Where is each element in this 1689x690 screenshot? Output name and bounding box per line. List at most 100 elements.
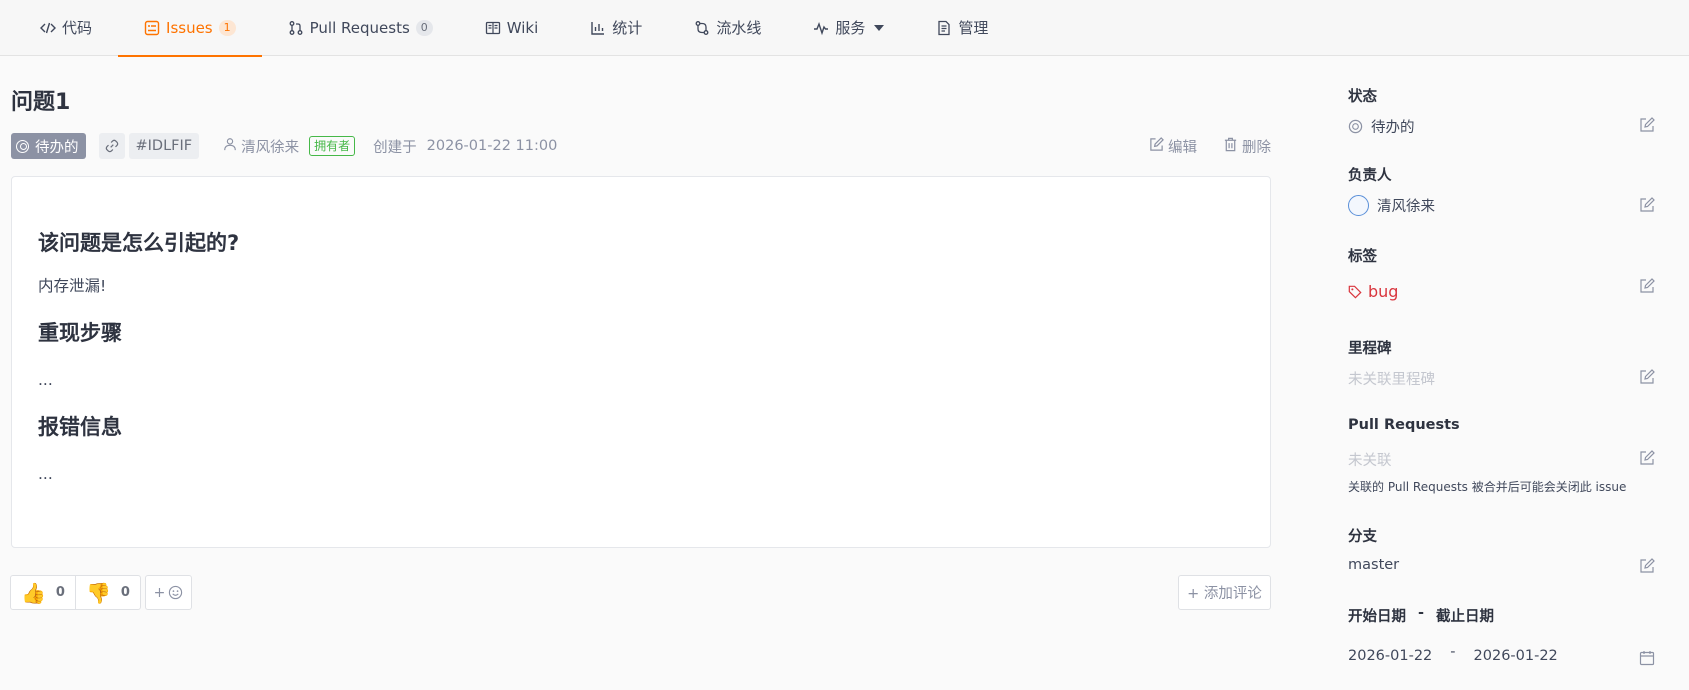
status-value: 待办的 [1348, 116, 1415, 137]
tab-stats-label: 统计 [612, 19, 643, 37]
calendar-icon[interactable] [1639, 650, 1655, 666]
assignee-heading: 负责人 [1348, 168, 1392, 184]
add-comment-button[interactable]: + 添加评论 [1178, 575, 1271, 610]
issue-title: 问题1 [11, 90, 71, 115]
assignee-name: 清风徐来 [1377, 199, 1435, 215]
branch-heading: 分支 [1348, 529, 1377, 545]
code-icon [40, 20, 56, 36]
body-heading-steps: 重现步骤 [38, 321, 122, 345]
dates-heading: 开始日期 - 截止日期 [1348, 605, 1494, 626]
tab-service[interactable]: 服务 [787, 0, 910, 56]
manage-icon [936, 20, 952, 36]
body-heading-errors: 报错信息 [38, 415, 122, 439]
tab-pull-requests-label: Pull Requests [309, 18, 410, 37]
tab-manage-label: 管理 [958, 19, 989, 37]
thumbs-up-count: 0 [55, 585, 65, 600]
thumbs-down-button[interactable]: 👎 0 [74, 576, 140, 609]
thumbs-down-icon: 👎 [85, 580, 111, 605]
issue-state-badge[interactable]: 待办的 [11, 133, 86, 159]
stats-icon [590, 20, 606, 36]
delete-label: 删除 [1242, 139, 1271, 156]
milestone-value: 未关联里程碑 [1348, 372, 1435, 388]
add-reaction-button[interactable]: + [145, 575, 192, 610]
delete-issue-button[interactable]: 删除 [1223, 136, 1271, 157]
issue-author[interactable]: 清风徐来 [223, 136, 299, 157]
tab-pull-requests[interactable]: Pull Requests 0 [262, 0, 459, 56]
status-value-label: 待办的 [1371, 120, 1415, 136]
start-date: 2026-01-22 [1348, 648, 1433, 664]
issue-meta-bar: 待办的 #IDLFIF 清风徐来 拥有者 创建于 2026-01-22 11:0… [11, 133, 1271, 159]
copy-link-button[interactable] [98, 133, 125, 159]
branch-value: master [1348, 557, 1400, 573]
tab-issues-label: Issues [166, 18, 213, 37]
todo-state-icon [1348, 119, 1363, 134]
owner-role-badge: 拥有者 [309, 136, 356, 156]
labels-heading: 标签 [1348, 249, 1377, 265]
repo-nav: 代码 Issues 1 Pull Requests 0 Wiki 统计 流水线 [0, 0, 1689, 57]
edit-milestone-icon[interactable] [1639, 369, 1655, 385]
assignee-value[interactable]: 清风徐来 [1348, 195, 1435, 216]
issue-state-label: 待办的 [35, 139, 79, 156]
tab-code-label: 代码 [62, 19, 93, 37]
edit-issue-button[interactable]: 编辑 [1149, 136, 1197, 157]
created-label: 创建于 [373, 139, 417, 156]
issue-body: 该问题是怎么引起的? 内存泄漏! 重现步骤 ... 报错信息 ... [11, 176, 1271, 548]
edit-icon [1149, 136, 1164, 156]
user-icon [223, 137, 237, 155]
issues-icon [144, 20, 160, 36]
trash-icon [1223, 137, 1238, 156]
pull-requests-heading: Pull Requests [1348, 417, 1460, 433]
issue-actions: 编辑 删除 [1123, 136, 1271, 157]
wiki-icon [485, 20, 501, 36]
dates-heading-separator: - [1418, 605, 1425, 621]
dates-value[interactable]: 2026-01-22 - 2026-01-22 [1348, 644, 1558, 664]
tab-issues[interactable]: Issues 1 [118, 0, 262, 57]
body-heading-cause: 该问题是怎么引起的? [38, 231, 240, 255]
tab-wiki-label: Wiki [506, 18, 539, 37]
end-date: 2026-01-22 [1473, 648, 1558, 664]
edit-label: 编辑 [1168, 139, 1197, 156]
smiley-icon [169, 585, 183, 600]
pull-request-icon [288, 20, 304, 36]
caret-down-icon [874, 24, 885, 31]
add-reaction-plus: + [153, 584, 166, 601]
pull-requests-note: 关联的 Pull Requests 被合并后可能会关闭此 issue [1348, 480, 1627, 494]
issues-count-badge: 1 [218, 19, 236, 36]
milestone-heading: 里程碑 [1348, 341, 1392, 357]
tab-wiki[interactable]: Wiki [459, 0, 565, 56]
edit-assignee-icon[interactable] [1639, 197, 1655, 213]
reaction-bar: 👍 0 👎 0 [10, 575, 141, 610]
pull-requests-value: 未关联 [1348, 453, 1392, 469]
tab-stats[interactable]: 统计 [564, 0, 668, 56]
edit-status-icon[interactable] [1639, 117, 1655, 133]
todo-state-icon [16, 139, 29, 153]
thumbs-up-button[interactable]: 👍 0 [11, 576, 75, 609]
label-bug-text: bug [1368, 282, 1399, 301]
start-date-heading: 开始日期 [1348, 609, 1406, 625]
end-date-heading: 截止日期 [1436, 609, 1495, 625]
status-heading: 状态 [1348, 89, 1377, 105]
label-bug[interactable]: bug [1348, 282, 1398, 301]
tab-code[interactable]: 代码 [14, 0, 118, 56]
edit-branch-icon[interactable] [1639, 558, 1655, 574]
thumbs-up-icon: 👍 [21, 580, 46, 605]
edit-pull-requests-icon[interactable] [1639, 450, 1655, 466]
tab-pipeline[interactable]: 流水线 [668, 0, 787, 56]
body-text-errors: ... [38, 465, 53, 483]
pipeline-icon [694, 20, 710, 36]
body-text-steps: ... [38, 371, 53, 389]
tab-manage[interactable]: 管理 [910, 0, 1014, 56]
tab-service-label: 服务 [835, 19, 866, 37]
service-icon [813, 20, 829, 36]
created-time: 2026-01-22 11:00 [426, 138, 558, 154]
tab-pipeline-label: 流水线 [716, 19, 762, 37]
avatar [1348, 195, 1369, 216]
thumbs-down-count: 0 [120, 585, 130, 600]
pr-count-badge: 0 [415, 19, 433, 36]
tag-icon [1348, 285, 1362, 299]
link-icon [105, 139, 118, 153]
body-text-cause: 内存泄漏! [38, 277, 107, 295]
date-range-separator: - [1450, 644, 1456, 660]
edit-labels-icon[interactable] [1639, 278, 1655, 294]
issue-id-chip[interactable]: #IDLFIF [128, 133, 200, 159]
